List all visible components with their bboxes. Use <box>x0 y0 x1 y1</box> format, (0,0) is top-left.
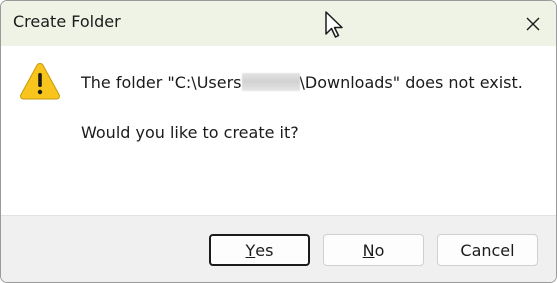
title-bar[interactable]: Create Folder <box>1 1 556 46</box>
close-button[interactable] <box>510 1 556 46</box>
dialog-content: The folder "C:\Users \Downloads" does not… <box>1 46 556 215</box>
cancel-button[interactable]: Cancel <box>437 234 538 266</box>
dialog-title: Create Folder <box>13 12 121 31</box>
no-mnemonic: N <box>362 240 375 260</box>
create-folder-dialog: Create Folder The folder "C:\Users \Downl… <box>0 0 557 283</box>
yes-button[interactable]: Yes <box>209 234 310 266</box>
warning-icon <box>19 61 61 101</box>
redacted-username <box>241 73 300 91</box>
message-prefix: The folder "C:\Users <box>81 73 242 92</box>
close-icon <box>526 17 540 30</box>
button-bar: Yes No Cancel <box>1 215 556 282</box>
no-label-rest: o <box>374 240 385 260</box>
mouse-cursor-icon <box>324 10 346 40</box>
yes-mnemonic: Y <box>245 240 256 260</box>
message-line-1: The folder "C:\Users \Downloads" does not… <box>81 73 523 92</box>
yes-label-rest: es <box>255 240 274 260</box>
message-suffix: \Downloads" does not exist. <box>299 73 523 92</box>
message-line-2: Would you like to create it? <box>81 123 299 142</box>
no-button[interactable]: No <box>323 234 424 266</box>
